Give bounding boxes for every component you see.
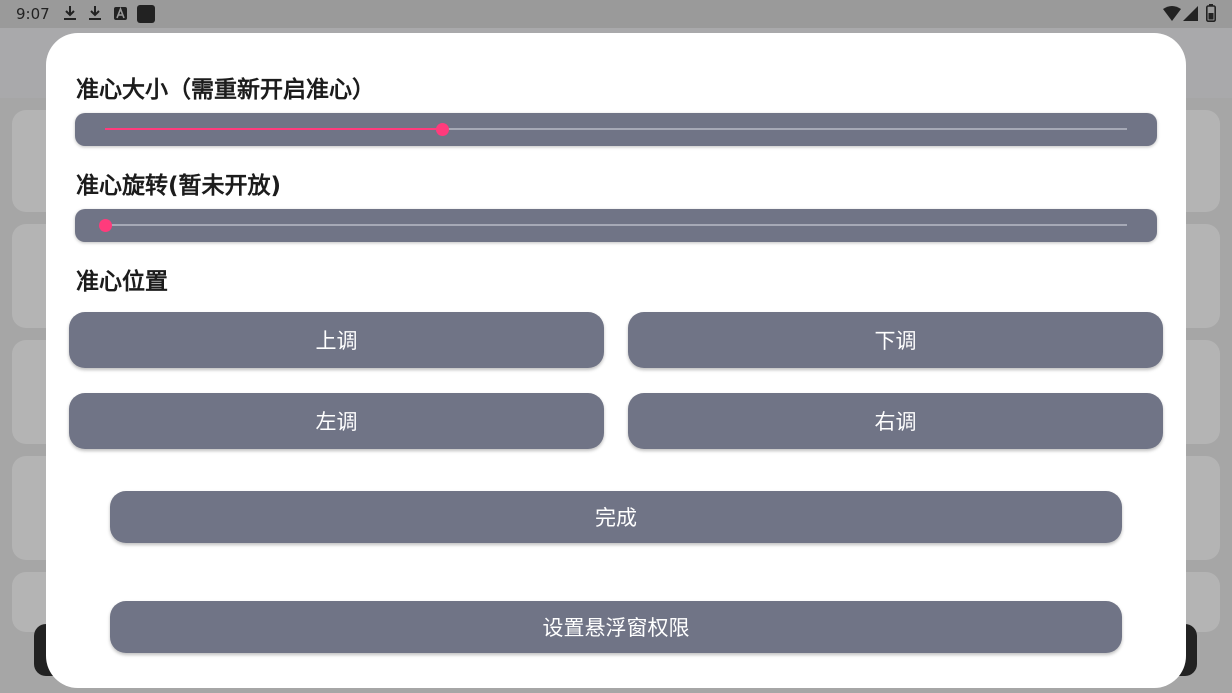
crosshair-position-title: 准心位置: [76, 269, 168, 295]
square-notification-icon: [137, 5, 155, 23]
slider-thumb[interactable]: [99, 219, 112, 232]
crosshair-size-title: 准心大小（需重新开启准心）: [76, 77, 375, 103]
signal-icon: [1183, 6, 1198, 21]
move-down-button[interactable]: 下调: [628, 312, 1163, 368]
download-icon: [64, 6, 76, 20]
battery-icon: [1206, 4, 1216, 22]
a-notification-icon: [114, 7, 127, 20]
slider-track: [105, 224, 1127, 226]
status-time: 9:07: [16, 5, 50, 23]
move-up-button[interactable]: 上调: [69, 312, 604, 368]
crosshair-size-slider[interactable]: [75, 113, 1157, 146]
crosshair-rotation-slider[interactable]: [75, 209, 1157, 242]
download-icon: [89, 6, 101, 20]
slider-fill: [105, 128, 443, 130]
slider-thumb[interactable]: [436, 123, 450, 136]
move-right-button[interactable]: 右调: [628, 393, 1163, 449]
wifi-icon: [1163, 6, 1181, 21]
slider-track: [105, 128, 1127, 130]
crosshair-rotation-title: 准心旋转(暂未开放): [76, 173, 282, 199]
status-bar: 9:07: [0, 0, 1232, 28]
overlay-permission-button[interactable]: 设置悬浮窗权限: [110, 601, 1122, 653]
crosshair-settings-dialog: 准心大小（需重新开启准心） 准心旋转(暂未开放) 准心位置 上调 下调 左调 右…: [46, 33, 1186, 688]
done-button[interactable]: 完成: [110, 491, 1122, 543]
move-left-button[interactable]: 左调: [69, 393, 604, 449]
